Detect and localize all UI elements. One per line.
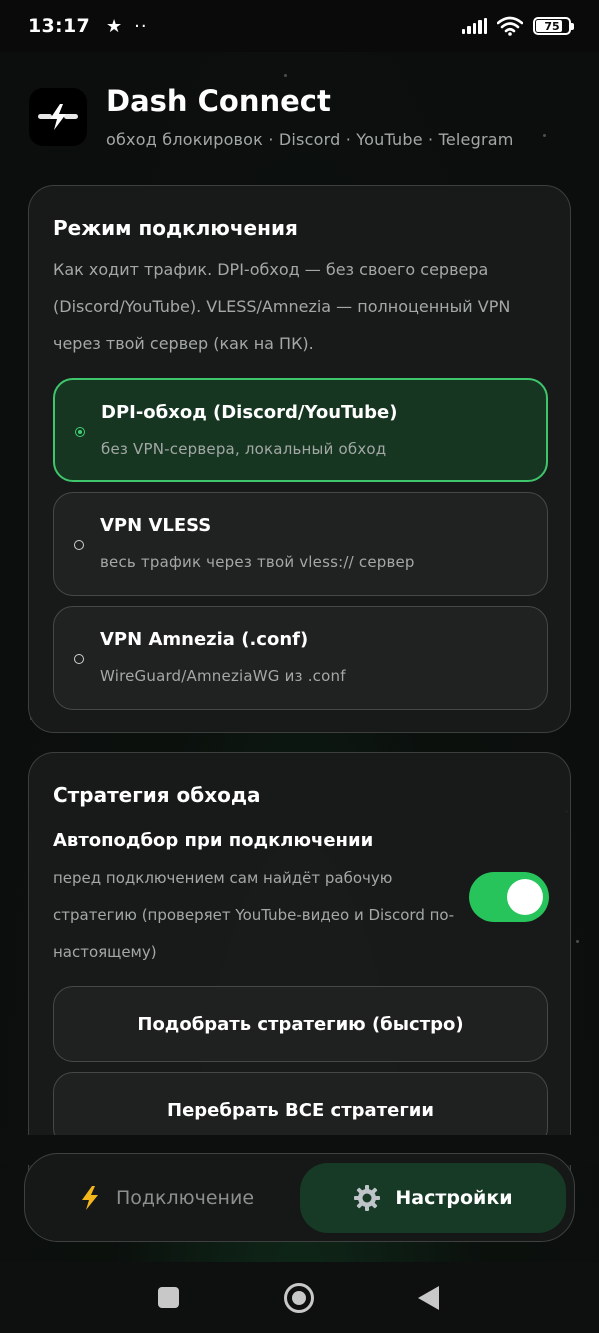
lightning-icon — [78, 1185, 102, 1211]
autopick-title: Автоподбор при подключении — [53, 830, 374, 851]
battery-level: 75 — [544, 19, 560, 33]
autopick-description: перед подключением сам найдёт рабочую ст… — [53, 869, 455, 961]
battery-icon: 75 — [533, 17, 574, 35]
radio-unselected-icon — [74, 654, 84, 664]
autopick-toggle[interactable] — [469, 872, 549, 922]
background-dot — [576, 940, 579, 943]
radio-selected-icon — [75, 427, 85, 437]
wifi-icon — [497, 16, 523, 36]
tab-settings[interactable]: Настройки — [300, 1163, 566, 1233]
home-icon[interactable] — [284, 1283, 314, 1313]
star-icon: ★ — [105, 15, 123, 37]
status-time: 13:17 — [28, 15, 90, 37]
background-dot — [543, 134, 546, 137]
option-subtitle: весь трафик через твой vless:// сервер — [100, 553, 415, 571]
option-subtitle: WireGuard/AmneziaWG из .conf — [100, 667, 346, 685]
strategy-card: Стратегия обхода Автоподбор при подключе… — [28, 752, 571, 1172]
strategy-title: Стратегия обхода — [53, 783, 261, 807]
bottom-nav: Подключение Настройки — [24, 1153, 575, 1242]
tab-settings-label: Настройки — [395, 1187, 513, 1209]
tab-connection-label: Подключение — [115, 1187, 255, 1209]
app-subtitle: обход блокировок · Discord · YouTube · T… — [106, 130, 514, 149]
recents-icon[interactable] — [158, 1287, 179, 1308]
option-title: DPI-обход (Discord/YouTube) — [101, 402, 398, 423]
mode-option-dpi[interactable]: DPI-обход (Discord/YouTube) без VPN-серв… — [53, 378, 548, 482]
app-title: Dash Connect — [106, 84, 331, 118]
gear-icon — [353, 1184, 381, 1212]
lightning-logo-icon — [29, 88, 87, 146]
app-screen: 13:17 ★ ·· 75 Dash Connect обход блокиро… — [0, 0, 599, 1333]
connection-mode-title: Режим подключения — [53, 216, 298, 240]
option-subtitle: без VPN-сервера, локальный обход — [101, 440, 387, 458]
back-icon[interactable] — [418, 1286, 439, 1310]
more-notifications-icon: ·· — [134, 15, 148, 37]
mode-option-amnezia[interactable]: VPN Amnezia (.conf) WireGuard/AmneziaWG … — [53, 606, 548, 710]
system-nav-bar — [0, 1262, 599, 1333]
mode-option-vless[interactable]: VPN VLESS весь трафик через твой vless:/… — [53, 492, 548, 596]
option-title: VPN Amnezia (.conf) — [100, 629, 309, 650]
toggle-knob — [507, 879, 543, 915]
option-title: VPN VLESS — [100, 515, 212, 536]
background-dot — [284, 74, 287, 77]
status-bar: 13:17 ★ ·· 75 — [0, 0, 599, 52]
tab-connection[interactable]: Подключение — [35, 1163, 297, 1233]
app-header: Dash Connect обход блокировок · Discord … — [29, 84, 514, 149]
quick-pick-button[interactable]: Подобрать стратегию (быстро) — [53, 986, 548, 1062]
connection-mode-description: Как ходит трафик. DPI-обход — без своего… — [53, 260, 511, 353]
signal-icon — [461, 18, 487, 34]
radio-unselected-icon — [74, 540, 84, 550]
connection-mode-card: Режим подключения Как ходит трафик. DPI-… — [28, 185, 571, 733]
